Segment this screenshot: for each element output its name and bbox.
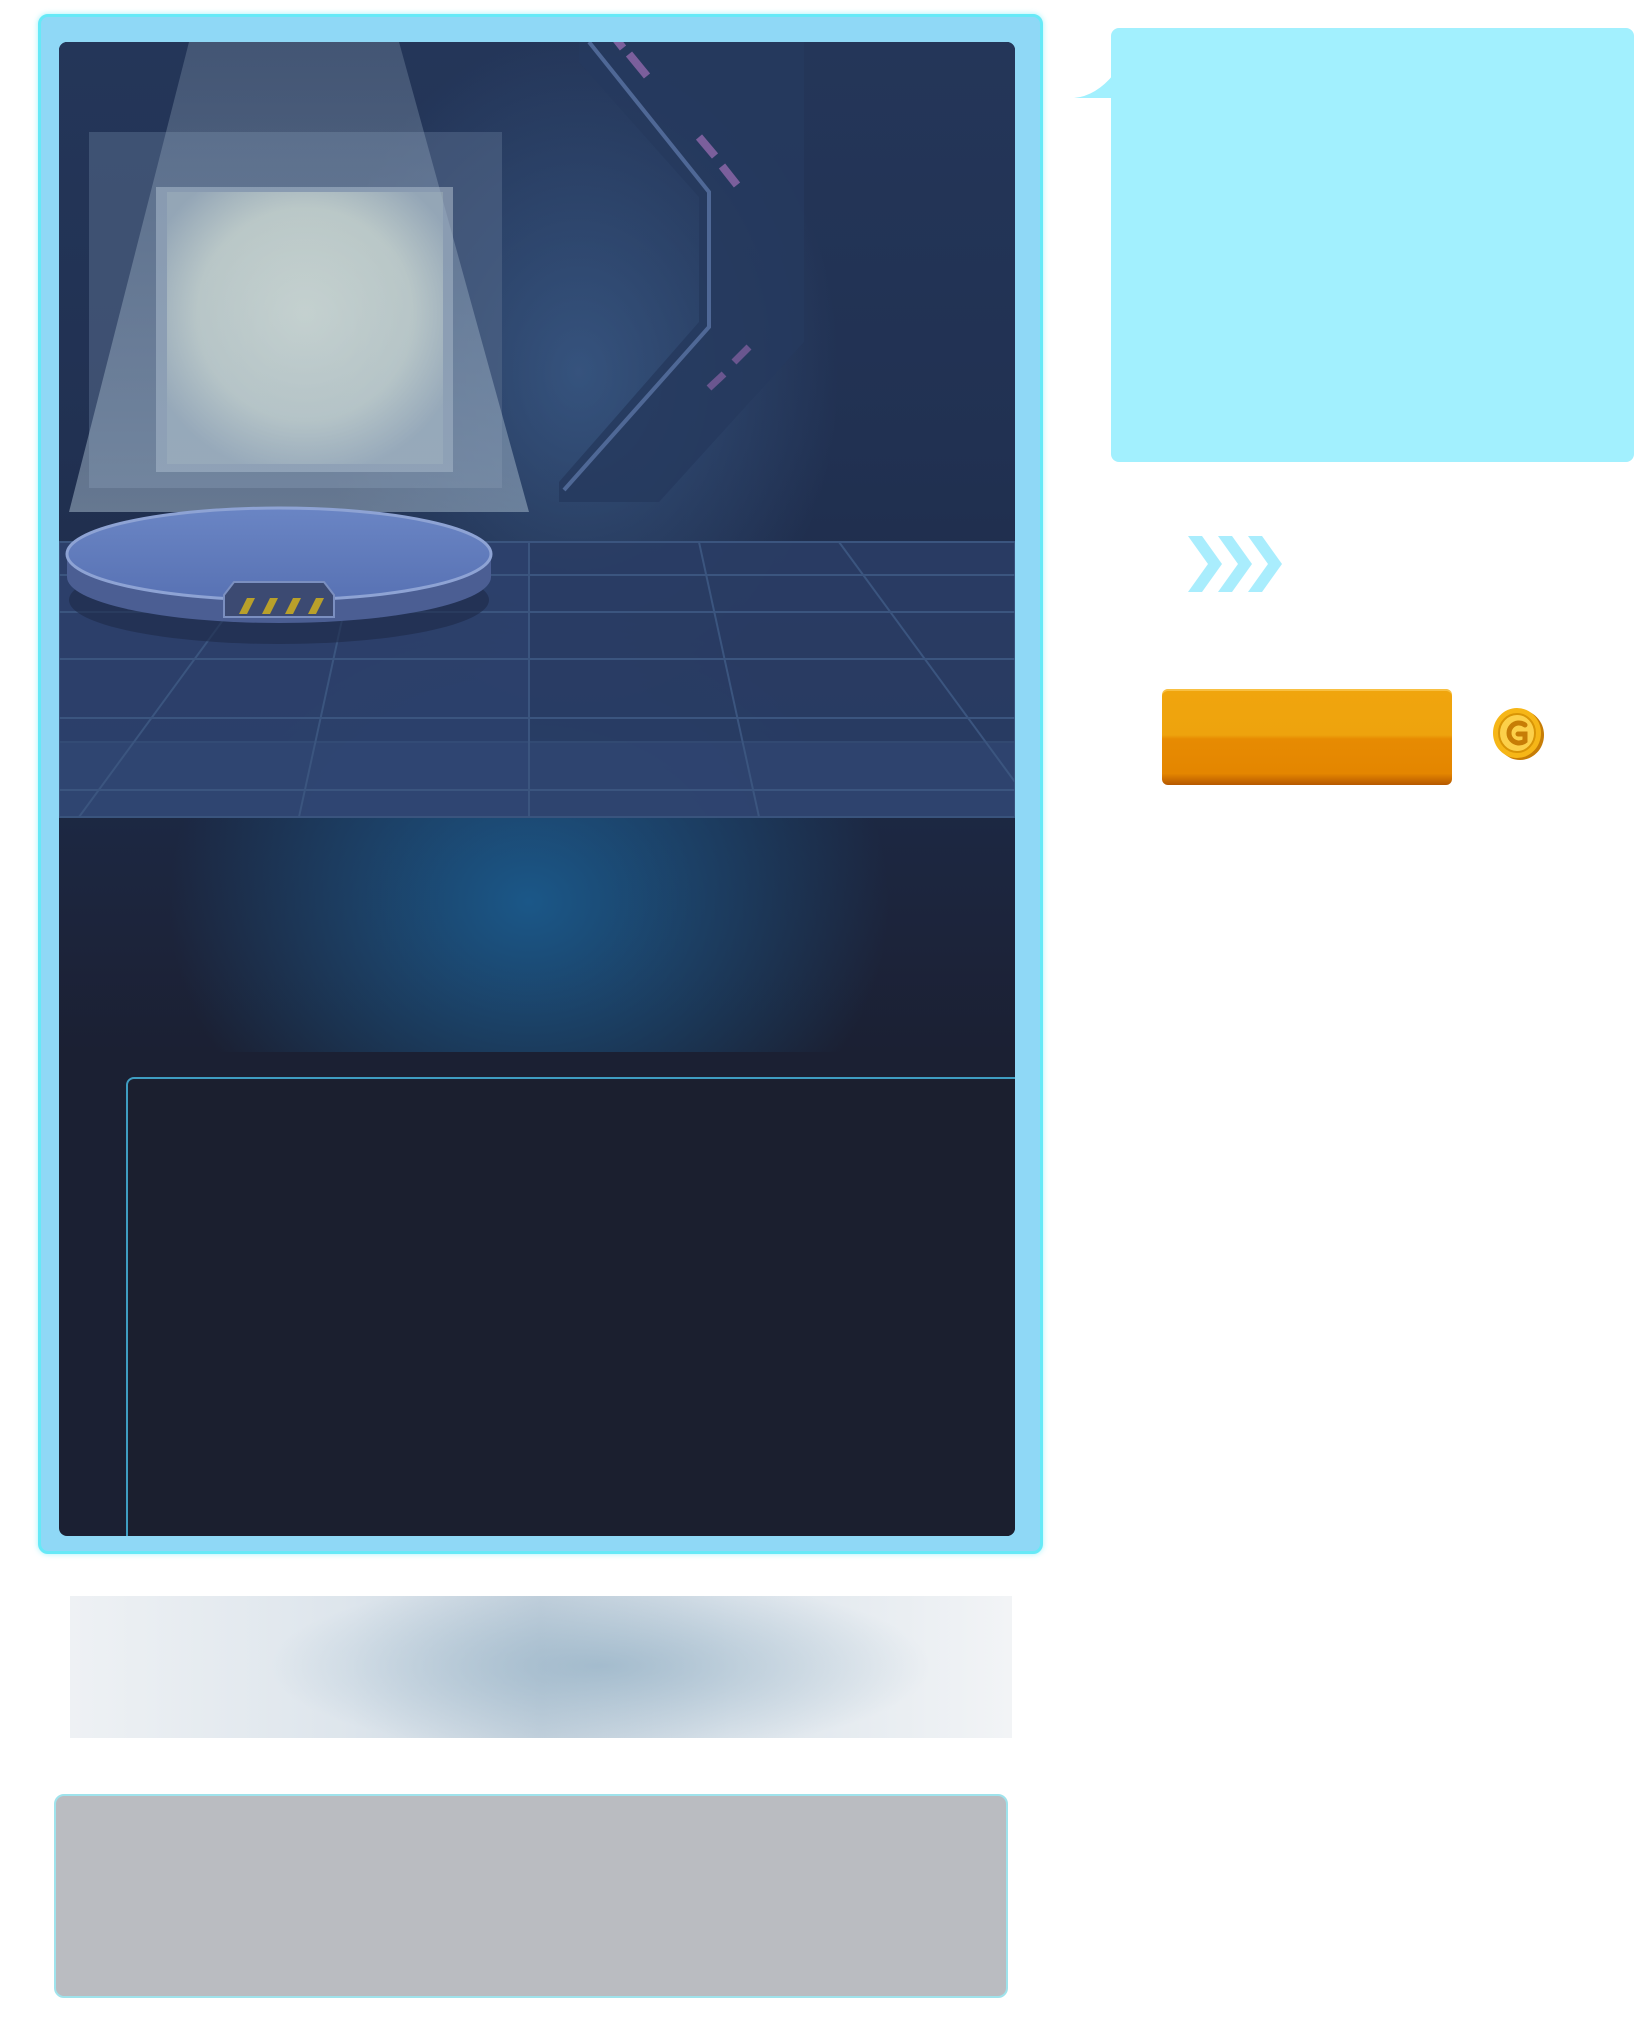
teleport-platform: [65, 506, 493, 644]
grey-panel: [54, 1794, 1008, 1998]
lit-window: [69, 42, 529, 512]
gold-coin-icon: [1493, 708, 1544, 760]
buy-button[interactable]: [1162, 689, 1452, 785]
triple-chevron-right-icon: [1188, 536, 1282, 592]
sci-fi-door-frame: [559, 42, 804, 502]
speech-bubble-tail: [1074, 74, 1114, 98]
scene-viewport: [59, 42, 1015, 1536]
card-shadow-bar: [70, 1596, 1012, 1738]
room-illustration: [59, 42, 1015, 818]
speech-bubble: [1111, 28, 1634, 462]
info-panel: [126, 1077, 1015, 1536]
